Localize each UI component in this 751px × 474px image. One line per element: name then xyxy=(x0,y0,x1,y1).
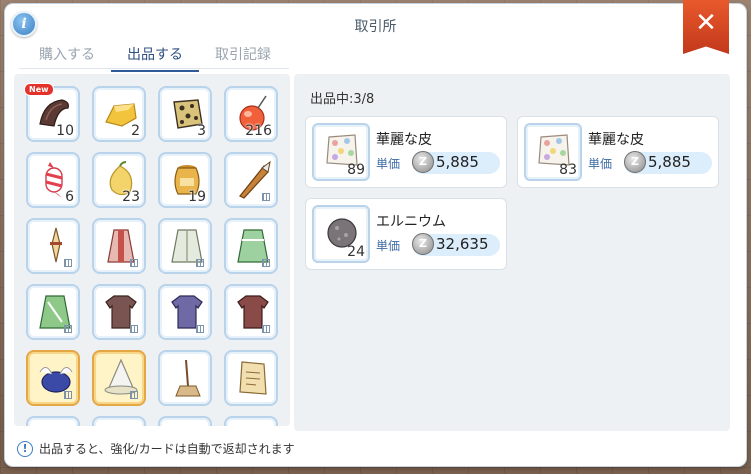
notice-icon: ! xyxy=(17,440,33,457)
item-quantity: 216 xyxy=(245,123,272,139)
parchment-icon xyxy=(239,361,267,395)
unit-price-label: 単価 xyxy=(376,239,401,253)
card-slot-icon xyxy=(196,325,204,333)
inventory-slot-equipped[interactable] xyxy=(26,350,80,406)
footer-notice-text: 出品すると、強化/カードは自動で返却されます xyxy=(39,442,295,456)
inventory-slot-equipped[interactable] xyxy=(92,350,146,406)
item-quantity: 24 xyxy=(347,244,365,260)
close-button[interactable]: ✕ xyxy=(683,0,729,54)
listing-name: 華麗な皮 xyxy=(376,132,432,148)
card-slot-icon xyxy=(64,325,72,333)
inventory-slot[interactable] xyxy=(92,416,146,426)
card-slot-icon xyxy=(262,259,270,267)
listing-item-slot: 24 xyxy=(312,205,370,263)
unit-price-label: 単価 xyxy=(588,157,613,171)
inventory-slot[interactable]: 216 xyxy=(224,86,278,142)
item-quantity: 19 xyxy=(188,189,206,205)
new-badge: New xyxy=(24,83,54,96)
unit-price-label: 単価 xyxy=(376,157,401,171)
listing-card[interactable]: 24 エルニウム 単価 Z 32,635 xyxy=(305,198,507,270)
tab-divider xyxy=(19,68,289,69)
inventory-slot[interactable]: 3 xyxy=(158,86,212,142)
listing-item-slot: 83 xyxy=(524,123,582,181)
inventory-slot[interactable]: 23 xyxy=(92,152,146,208)
card-slot-icon xyxy=(130,259,138,267)
card-slot-icon xyxy=(130,325,138,333)
inventory-slot[interactable] xyxy=(92,284,146,340)
inventory-panel: New 10 2 3 216 6 23 19 xyxy=(14,74,290,426)
inventory-slot[interactable] xyxy=(158,416,212,426)
inventory-slot[interactable] xyxy=(224,152,278,208)
listing-card[interactable]: 83 華麗な皮 単価 Z 5,885 xyxy=(517,116,719,188)
card-slot-icon xyxy=(196,259,204,267)
exchange-window: i 取引所 ✕ 購入する 出品する 取引記録 New 10 2 3 216 6 … xyxy=(5,0,746,466)
inventory-slot[interactable] xyxy=(224,218,278,274)
footer-notice: ! 出品すると、強化/カードは自動で返却されます xyxy=(17,440,295,457)
card-slot-icon xyxy=(64,391,72,399)
listing-name: エルニウム xyxy=(376,214,446,230)
broom-icon xyxy=(175,359,201,397)
item-quantity: 6 xyxy=(65,189,74,205)
item-quantity: 23 xyxy=(122,189,140,205)
inventory-slot[interactable]: 19 xyxy=(158,152,212,208)
card-slot-icon xyxy=(130,391,138,399)
window-title: 取引所 xyxy=(354,19,397,35)
inventory-slot[interactable] xyxy=(224,350,278,406)
item-quantity: 3 xyxy=(197,123,206,139)
inventory-slot[interactable]: 6 xyxy=(26,152,80,208)
listing-price: 32,635 xyxy=(436,235,489,253)
listing-name: 華麗な皮 xyxy=(588,132,644,148)
item-quantity: 2 xyxy=(131,123,140,139)
listing-card[interactable]: 89 華麗な皮 単価 Z 5,885 xyxy=(305,116,507,188)
card-slot-icon xyxy=(64,259,72,267)
inventory-slot[interactable] xyxy=(158,350,212,406)
listing-price: 5,885 xyxy=(648,153,691,171)
listings-panel: 出品中:3/8 89 華麗な皮 単価 Z 5,885 83 華麗な皮 単価 Z … xyxy=(294,74,730,431)
inventory-slot[interactable] xyxy=(158,218,212,274)
card-slot-icon xyxy=(262,193,270,201)
item-quantity: 89 xyxy=(347,162,365,178)
inventory-slot[interactable] xyxy=(224,416,278,426)
inventory-slot[interactable] xyxy=(26,218,80,274)
zeny-coin-icon: Z xyxy=(412,151,434,173)
listing-count: 出品中:3/8 xyxy=(310,92,375,107)
inventory-slot[interactable]: New 10 xyxy=(24,83,80,142)
listing-item-slot: 89 xyxy=(312,123,370,181)
item-quantity: 83 xyxy=(559,162,577,178)
inventory-slot[interactable]: 2 xyxy=(92,86,146,142)
item-quantity: 10 xyxy=(56,123,74,139)
close-icon: ✕ xyxy=(695,8,717,38)
inventory-slot[interactable] xyxy=(224,284,278,340)
card-slot-icon xyxy=(262,325,270,333)
inventory-slot[interactable] xyxy=(92,218,146,274)
zeny-coin-icon: Z xyxy=(624,151,646,173)
listing-price: 5,885 xyxy=(436,153,479,171)
inventory-slot[interactable] xyxy=(26,416,80,426)
inventory-slot[interactable] xyxy=(26,284,80,340)
inventory-slot[interactable] xyxy=(158,284,212,340)
zeny-coin-icon: Z xyxy=(412,233,434,255)
